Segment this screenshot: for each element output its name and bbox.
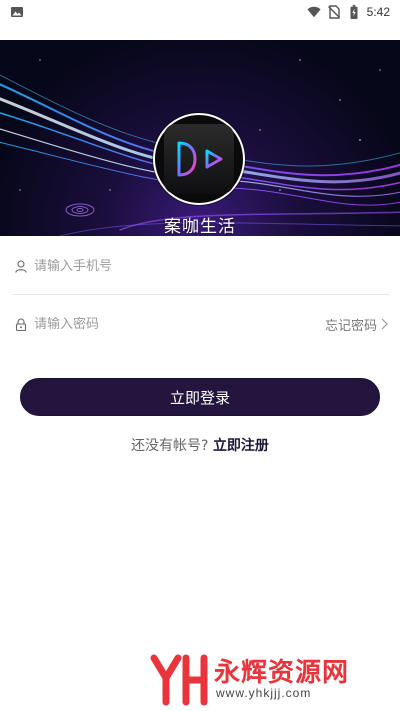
- chevron-right-icon: [381, 318, 388, 330]
- password-field[interactable]: 忘记密码: [0, 295, 400, 353]
- image-icon: [11, 7, 23, 17]
- status-bar: 5:42: [0, 0, 400, 24]
- user-icon: [14, 259, 28, 273]
- register-link[interactable]: 立即注册: [213, 438, 269, 454]
- status-time: 5:42: [366, 5, 390, 19]
- forgot-password-link[interactable]: 忘记密码: [325, 315, 388, 334]
- battery-charging-icon: [350, 5, 358, 19]
- lock-icon: [14, 317, 28, 331]
- phone-field[interactable]: [0, 237, 400, 295]
- watermark: 永辉资源网 www.yhkjjj.com: [148, 650, 388, 710]
- password-input[interactable]: [34, 316, 294, 332]
- no-sim-icon: [327, 5, 340, 19]
- toolbar-space: [0, 24, 400, 40]
- phone-input[interactable]: [34, 258, 294, 274]
- forgot-password-label: 忘记密码: [324, 318, 377, 334]
- play-logo-icon: [164, 124, 234, 194]
- no-account-text: 还没有帐号?: [131, 438, 209, 454]
- app-name: 案咖生活: [164, 217, 236, 236]
- login-button[interactable]: 立即登录: [20, 378, 380, 416]
- login-button-label: 立即登录: [169, 388, 230, 407]
- watermark-url: www.yhkjjj.com: [216, 686, 312, 700]
- watermark-logo-icon: [150, 654, 208, 706]
- register-prompt: 还没有帐号? 立即注册: [0, 435, 400, 455]
- hero-banner: 案咖生活: [0, 40, 400, 236]
- watermark-title: 永辉资源网: [214, 658, 350, 688]
- app-logo: [153, 113, 245, 205]
- wifi-icon: [307, 6, 321, 18]
